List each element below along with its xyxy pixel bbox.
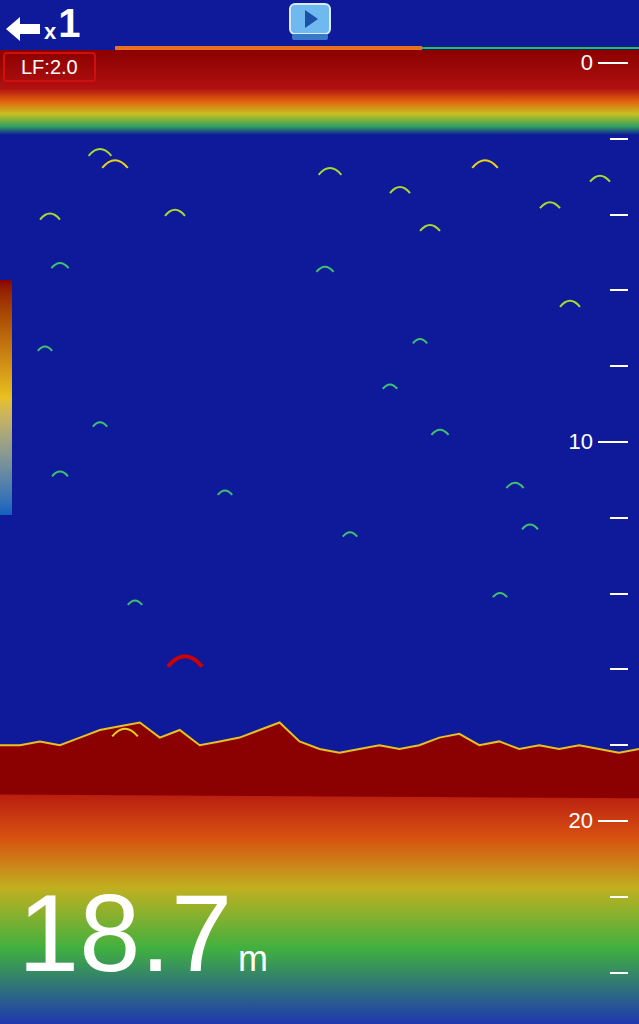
fish-target [522,525,538,530]
fish-target [540,202,560,208]
fish-target [390,187,410,193]
history-bar[interactable] [0,46,639,50]
depth-tick [610,744,628,746]
fish-target [560,301,580,307]
depth-value: 18.7 [18,878,232,988]
depth-label: 20 [569,810,593,832]
depth-tick [610,214,628,216]
fish-finder-screen: x1 LF:2.0 0 10 20 18.7m [0,0,639,1024]
fish-target [93,422,107,426]
depth-tick [598,441,628,443]
playback-icon [288,2,332,42]
depth-tick [610,668,628,670]
depth-unit: m [238,941,268,977]
fish-target [112,729,138,737]
depth-tick [610,593,628,595]
depth-tick [610,365,628,367]
zoom-value: 1 [58,3,80,43]
fish-target [506,483,523,488]
fish-target [168,656,202,666]
depth-reading: 18.7m [18,878,268,988]
fish-target [38,347,52,351]
fish-target [590,176,610,182]
fish-target [413,339,427,343]
fish-target [472,160,498,168]
fish-target [165,210,185,216]
fish-target [52,472,68,477]
depth-tick [610,896,628,898]
back-arrow-icon [4,15,42,43]
depth-tick [610,138,628,140]
fish-target [343,532,357,536]
frequency-label[interactable]: LF:2.0 [3,52,96,82]
depth-tick [598,820,628,822]
depth-tick [610,289,628,291]
fish-target [40,214,60,220]
playback-button[interactable] [288,2,332,42]
fish-target [51,263,68,268]
top-bar: x1 [0,0,639,46]
depth-tick [610,972,628,974]
depth-label: 0 [581,52,593,74]
fish-target [420,225,440,231]
zoom-prefix: x [44,21,56,43]
fish-target [316,267,333,272]
back-button[interactable]: x1 [4,3,81,43]
fish-target [102,160,128,168]
fish-target [431,430,448,435]
fish-target [128,600,142,604]
fish-target [319,168,342,175]
depth-label: 10 [569,431,593,453]
depth-tick [610,517,628,519]
color-scale [0,280,12,515]
echogram: LF:2.0 0 10 20 18.7m [0,50,639,1024]
fish-target [89,149,112,156]
fish-target [218,491,232,495]
fish-target [493,593,507,597]
depth-tick [598,62,628,64]
fish-target [383,384,397,388]
